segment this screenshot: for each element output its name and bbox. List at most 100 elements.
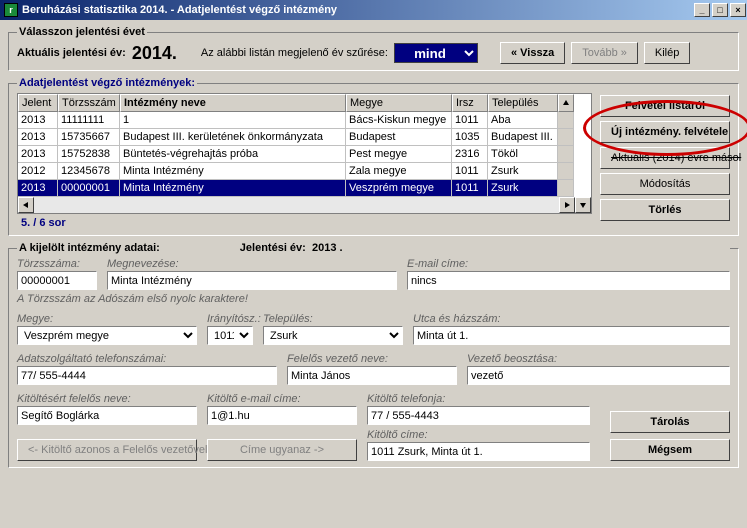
input-fill-name[interactable] xyxy=(17,406,197,425)
detail-panel: A kijelölt intézmény adatai: Jelentési é… xyxy=(8,242,739,468)
label-phone: Adatszolgáltató telefonszámai: xyxy=(17,353,277,365)
input-email[interactable] xyxy=(407,271,730,290)
new-institution-button[interactable]: Új intézmény. felvétele xyxy=(600,121,730,143)
cell-torzs: 15735667 xyxy=(58,129,120,146)
institution-table[interactable]: Jelent Törzsszám Intézmény neve Megye Ir… xyxy=(17,93,592,214)
app-icon: r xyxy=(4,3,18,17)
label-fill-email: Kitöltő e-mail címe: xyxy=(207,393,357,405)
col-torzs[interactable]: Törzsszám xyxy=(58,94,120,112)
label-torzs: Törzsszáma: xyxy=(17,258,97,270)
year-filter-select[interactable]: mind xyxy=(394,43,478,63)
input-torzs[interactable] xyxy=(17,271,97,290)
modify-button[interactable]: Módosítás xyxy=(600,173,730,195)
torzs-hint: A Törzsszám az Adószám első nyolc karakt… xyxy=(17,293,730,305)
col-town[interactable]: Település xyxy=(488,94,558,112)
cell-name: Budapest III. kerületének önkormányzata xyxy=(120,129,346,146)
exit-button[interactable]: Kilép xyxy=(644,42,690,64)
detail-year-label: Jelentési év: xyxy=(240,242,306,254)
cell-year: 2013 xyxy=(18,112,58,129)
label-county: Megye: xyxy=(17,313,197,325)
col-county[interactable]: Megye xyxy=(346,94,452,112)
copy-leader-button: <- Kitöltő azonos a Felelős vezetővel xyxy=(17,439,197,461)
horizontal-scrollbar[interactable] xyxy=(18,197,591,213)
detail-legend-text: A kijelölt intézmény adatai: xyxy=(19,242,160,254)
label-fill-phone: Kitöltő telefonja: xyxy=(367,393,590,405)
input-name[interactable] xyxy=(107,271,397,290)
scroll-right-icon[interactable] xyxy=(559,197,575,213)
input-leader[interactable] xyxy=(287,366,457,385)
table-row[interactable]: 201315752838Büntetés-végrehajtás próbaPe… xyxy=(18,146,591,163)
input-fill-email[interactable] xyxy=(207,406,357,425)
grid-legend: Adatjelentést végző intézmények: xyxy=(17,77,197,89)
col-name[interactable]: Intézmény neve xyxy=(120,94,346,112)
cell-county: Bács-Kiskun megye xyxy=(346,112,452,129)
cell-torzs: 15752838 xyxy=(58,146,120,163)
row-count-label: 5. / 6 sor xyxy=(17,214,592,229)
detail-year-value: 2013 . xyxy=(312,242,343,254)
current-year-label: Aktuális jelentési év: xyxy=(17,47,126,59)
input-fill-phone[interactable] xyxy=(367,406,590,425)
grid-panel: Adatjelentést végző intézmények: Jelent … xyxy=(8,77,739,236)
window-title: Beruházási statisztika 2014. - Adatjelen… xyxy=(22,4,337,16)
cell-county: Veszprém megye xyxy=(346,180,452,197)
label-street: Utca és házszám: xyxy=(413,313,730,325)
input-street[interactable] xyxy=(413,326,730,345)
cell-year: 2012 xyxy=(18,163,58,180)
input-position[interactable] xyxy=(467,366,730,385)
year-panel-legend: Válasszon jelentési évet xyxy=(17,26,147,38)
label-fill-addr: Kitöltő címe: xyxy=(367,429,590,441)
cell-name: Minta Intézmény xyxy=(120,163,346,180)
cell-torzs: 00000001 xyxy=(58,180,120,197)
cell-county: Zala megye xyxy=(346,163,452,180)
table-row[interactable]: 2013111111111Bács-Kiskun megye1011Aba xyxy=(18,112,591,129)
copy-address-button: Címe ugyanaz -> xyxy=(207,439,357,461)
label-position: Vezető beosztása: xyxy=(467,353,730,365)
cell-year: 2013 xyxy=(18,180,58,197)
save-button[interactable]: Tárolás xyxy=(610,411,730,433)
cell-zip: 1035 xyxy=(452,129,488,146)
cell-torzs: 11111111 xyxy=(58,112,120,129)
input-phone[interactable] xyxy=(17,366,277,385)
cell-name: 1 xyxy=(120,112,346,129)
cell-year: 2013 xyxy=(18,146,58,163)
label-leader: Felelős vezető neve: xyxy=(287,353,457,365)
cell-name: Büntetés-végrehajtás próba xyxy=(120,146,346,163)
cell-town: Zsurk xyxy=(488,180,558,197)
cell-town: Tököl xyxy=(488,146,558,163)
cancel-button[interactable]: Mégsem xyxy=(610,439,730,461)
year-panel: Válasszon jelentési évet Aktuális jelent… xyxy=(8,26,739,71)
close-button[interactable]: × xyxy=(730,3,746,17)
select-county[interactable]: Veszprém megye xyxy=(17,326,197,345)
maximize-button[interactable]: □ xyxy=(712,3,728,17)
scroll-left-icon[interactable] xyxy=(18,197,34,213)
current-year-value: 2014. xyxy=(132,43,177,64)
cell-town: Budapest III. xyxy=(488,129,558,146)
col-zip[interactable]: Irsz xyxy=(452,94,488,112)
next-button: Tovább » xyxy=(571,42,638,64)
cell-zip: 1011 xyxy=(452,163,488,180)
cell-year: 2013 xyxy=(18,129,58,146)
cell-county: Pest megye xyxy=(346,146,452,163)
filter-label: Az alábbi listán megjelenő év szűrése: xyxy=(201,47,388,59)
table-row[interactable]: 201300000001Minta IntézményVeszprém megy… xyxy=(18,180,591,197)
label-zip: Irányítósz.: xyxy=(207,313,253,325)
table-row[interactable]: 201315735667Budapest III. kerületének ön… xyxy=(18,129,591,146)
label-email: E-mail címe: xyxy=(407,258,730,270)
col-year[interactable]: Jelent xyxy=(18,94,58,112)
scroll-down-icon[interactable] xyxy=(575,197,591,213)
select-town[interactable]: Zsurk xyxy=(263,326,403,345)
label-fill-name: Kitöltésért felelős neve: xyxy=(17,393,197,405)
back-button[interactable]: « Vissza xyxy=(500,42,565,64)
delete-button[interactable]: Törlés xyxy=(600,199,730,221)
cell-town: Aba xyxy=(488,112,558,129)
select-zip[interactable]: 1011 xyxy=(207,326,253,345)
copy-to-year-button[interactable]: Aktuális (2014) évre másol xyxy=(600,147,730,169)
table-row[interactable]: 201212345678Minta IntézményZala megye101… xyxy=(18,163,591,180)
minimize-button[interactable]: _ xyxy=(694,3,710,17)
input-fill-addr[interactable] xyxy=(367,442,590,461)
cell-zip: 1011 xyxy=(452,112,488,129)
cell-zip: 2316 xyxy=(452,146,488,163)
add-from-list-button[interactable]: Felvétel listáról xyxy=(600,95,730,117)
label-name: Megnevezése: xyxy=(107,258,397,270)
scroll-up-icon[interactable] xyxy=(558,94,574,112)
